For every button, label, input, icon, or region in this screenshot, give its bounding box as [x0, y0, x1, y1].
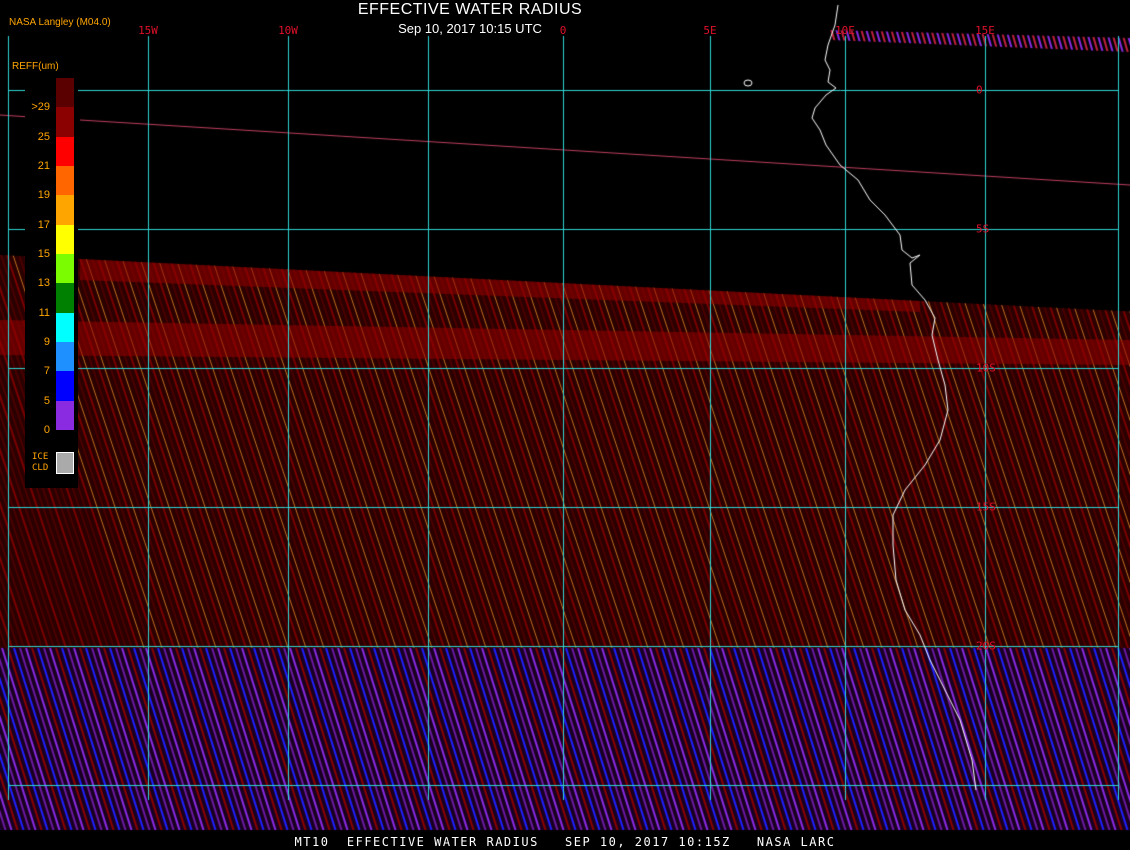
- legend-swatch: [56, 136, 74, 166]
- legend-swatch: [56, 371, 74, 401]
- legend-swatch: [56, 195, 74, 225]
- legend-swatch: [56, 312, 74, 342]
- legend-tick-label: 19: [37, 189, 50, 202]
- longitude-label: 15E: [975, 24, 995, 37]
- legend-title: REFF(um): [12, 61, 59, 72]
- legend-swatch: [56, 107, 74, 137]
- legend-swatch: [56, 254, 74, 284]
- ice-cloud-label: ICE CLD: [32, 452, 49, 473]
- longitude-label: 10E: [835, 24, 855, 37]
- legend-swatch: [56, 78, 74, 108]
- legend-tick-label: 25: [37, 130, 50, 143]
- legend-swatch: [56, 342, 74, 372]
- longitude-label: 10W: [278, 24, 298, 37]
- longitude-label: 15W: [138, 24, 158, 37]
- legend-tick-label: 5: [43, 394, 50, 407]
- latitude-label: 5S: [976, 222, 990, 236]
- latitude-label: 15S: [976, 500, 996, 514]
- legend-swatch: [56, 224, 74, 254]
- producer-label: NASA Langley (M04.0): [9, 17, 111, 28]
- legend-tick-label: 17: [37, 218, 50, 231]
- legend-tick-label: 15: [37, 248, 50, 260]
- longitude-label: 0: [559, 24, 567, 37]
- legend-swatch: [56, 283, 74, 313]
- legend-tick-label: 13: [37, 277, 50, 290]
- page-title: EFFECTIVE WATER RADIUS: [357, 1, 583, 18]
- legend-tick-label: 11: [38, 306, 50, 319]
- legend-tick-label: 7: [43, 365, 50, 378]
- legend-tick-label: >29: [31, 101, 50, 114]
- legend-tick-label: 9: [43, 336, 50, 348]
- latitude-label: 10S: [976, 361, 996, 375]
- legend-swatch: [56, 400, 74, 430]
- legend-swatch: [56, 166, 74, 196]
- color-legend: REFF(um) 0 5 7 9 11 13 15 17 19 21 25 >29 ICE CLD: [10, 60, 78, 490]
- ice-cloud-swatch: [56, 452, 74, 474]
- longitude-label: 5E: [703, 24, 717, 37]
- legend-tick-label: 21: [37, 160, 50, 172]
- satellite-map-canvas: [0, 0, 1130, 850]
- legend-tick-label: 0: [43, 424, 50, 436]
- footer-caption: MT10 EFFECTIVE WATER RADIUS SEP 10, 2017…: [294, 835, 836, 849]
- latitude-label: 0: [976, 83, 983, 97]
- latitude-label: 20S: [976, 639, 996, 653]
